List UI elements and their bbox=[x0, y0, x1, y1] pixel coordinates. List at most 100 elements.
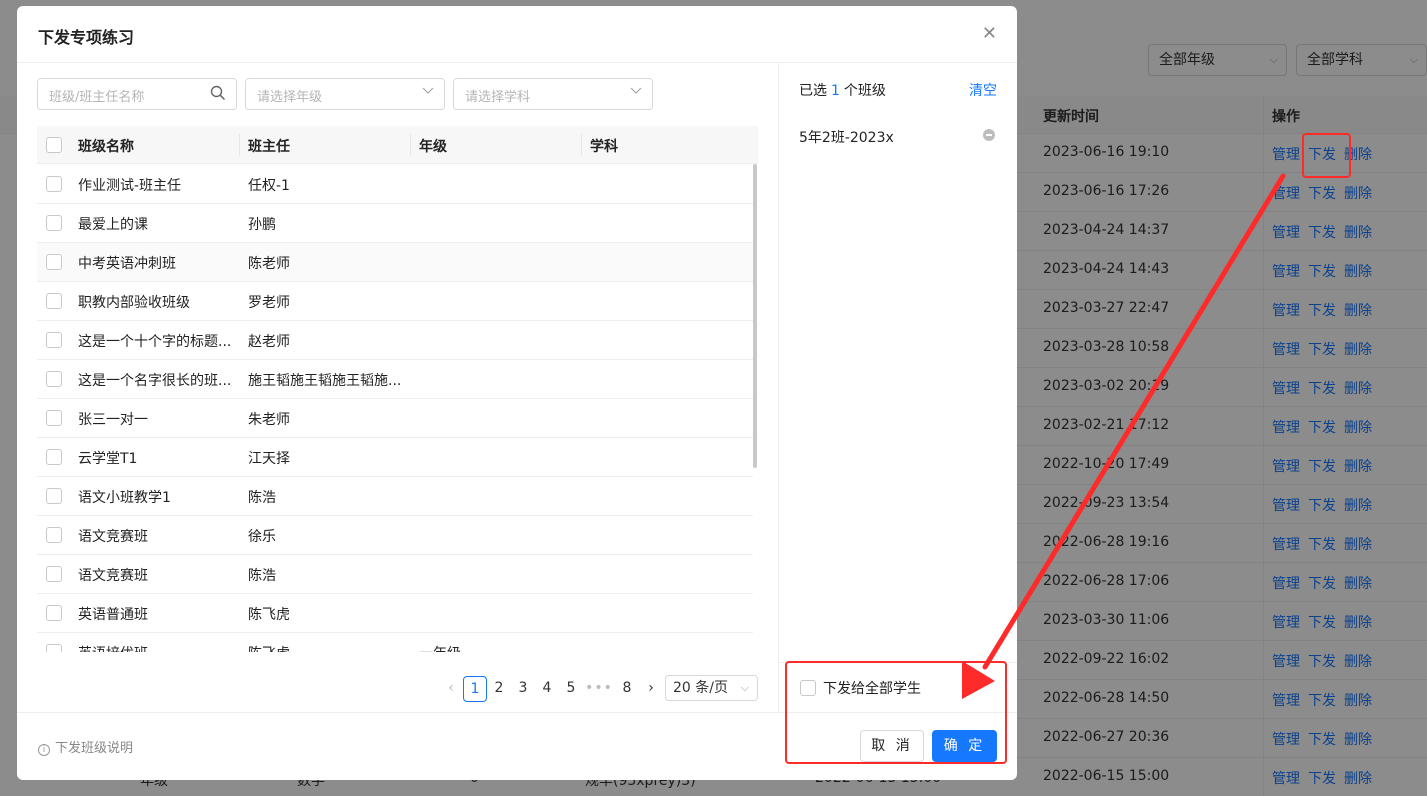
teacher-cell: 陈飞虎 bbox=[248, 643, 290, 652]
selected-prefix: 已选 bbox=[799, 83, 827, 99]
grade-select[interactable]: 请选择年级 bbox=[245, 78, 445, 110]
class-table-header: 班级名称 班主任 年级 学科 bbox=[37, 126, 758, 164]
class-name-cell: 职教内部验收班级 bbox=[78, 295, 190, 311]
table-row[interactable]: 作业测试-班主任 任权-1 bbox=[37, 165, 753, 204]
subject-placeholder: 请选择学科 bbox=[465, 90, 531, 105]
table-row[interactable]: 这是一个十个字的标题... 赵老师 bbox=[37, 321, 753, 360]
column-separator bbox=[410, 134, 411, 156]
teacher-cell: 陈老师 bbox=[248, 256, 290, 272]
class-name-cell: 语文小班教学1 bbox=[78, 490, 171, 506]
table-row[interactable]: 语文竞赛班 徐乐 bbox=[37, 516, 753, 555]
teacher-cell: 陈浩 bbox=[248, 568, 276, 584]
selected-class-item: 5年2班-2023x bbox=[799, 130, 894, 146]
selected-count: 1 bbox=[831, 83, 840, 99]
row-checkbox[interactable] bbox=[46, 605, 62, 621]
table-row[interactable]: 这是一个名字很长的班... 施王韬施王韬施王韬施... bbox=[37, 360, 753, 399]
table-row[interactable]: 云学堂T1 江天择 bbox=[37, 438, 753, 477]
subject-select[interactable]: 请选择学科 bbox=[453, 78, 653, 110]
prev-page-button[interactable]: ‹ bbox=[439, 676, 463, 700]
teacher-cell: 罗老师 bbox=[248, 295, 290, 311]
annotation-highlight-dispatch bbox=[1302, 133, 1351, 178]
column-separator bbox=[239, 134, 240, 156]
next-page-button[interactable]: › bbox=[639, 676, 663, 700]
row-checkbox[interactable] bbox=[46, 488, 62, 504]
chevron-down-icon: ⌵ bbox=[740, 681, 749, 694]
row-checkbox[interactable] bbox=[46, 371, 62, 387]
class-name-cell: 这是一个名字很长的班... bbox=[78, 373, 232, 389]
row-checkbox[interactable] bbox=[46, 644, 62, 652]
search-input[interactable]: 班级/班主任名称 bbox=[37, 78, 237, 110]
info-icon: i bbox=[38, 744, 50, 756]
class-name-cell: 作业测试-班主任 bbox=[78, 178, 182, 194]
grade-placeholder: 请选择年级 bbox=[257, 90, 323, 105]
table-row[interactable]: 语文竞赛班 陈浩 bbox=[37, 555, 753, 594]
class-name-cell: 英语培优班 bbox=[78, 643, 148, 652]
page-3-button[interactable]: 3 bbox=[511, 676, 535, 700]
row-checkbox[interactable] bbox=[46, 527, 62, 543]
search-placeholder: 班级/班主任名称 bbox=[49, 90, 145, 105]
column-class-name: 班级名称 bbox=[78, 139, 134, 155]
table-row[interactable]: 中考英语冲刺班 陈老师 bbox=[37, 243, 753, 282]
table-row[interactable]: 张三一对一 朱老师 bbox=[37, 399, 753, 438]
page-4-button[interactable]: 4 bbox=[535, 676, 559, 700]
class-name-cell: 语文竞赛班 bbox=[78, 529, 148, 545]
chevron-down-icon bbox=[630, 84, 642, 99]
page-size-select[interactable]: 20 条/页 ⌵ bbox=[665, 675, 758, 701]
table-scrollbar[interactable] bbox=[753, 164, 757, 468]
page-size-value: 20 条/页 bbox=[673, 680, 728, 696]
class-name-cell: 中考英语冲刺班 bbox=[78, 256, 176, 272]
teacher-cell: 徐乐 bbox=[248, 529, 276, 545]
teacher-cell: 孙鹏 bbox=[248, 217, 276, 233]
selected-summary: 已选 1 个班级 bbox=[799, 80, 886, 100]
row-checkbox[interactable] bbox=[46, 176, 62, 192]
selected-suffix: 个班级 bbox=[843, 83, 886, 99]
table-row[interactable]: 最爱上的课 孙鹏 bbox=[37, 204, 753, 243]
dispatch-help-label: 下发班级说明 bbox=[55, 741, 134, 756]
row-checkbox[interactable] bbox=[46, 293, 62, 309]
page-8-button[interactable]: 8 bbox=[615, 676, 639, 700]
search-icon[interactable] bbox=[210, 85, 226, 105]
column-separator bbox=[581, 134, 582, 156]
row-checkbox[interactable] bbox=[46, 566, 62, 582]
table-row[interactable]: 语文小班教学1 陈浩 bbox=[37, 477, 753, 516]
chevron-down-icon bbox=[422, 84, 434, 99]
table-row[interactable]: 英语培优班 陈飞虎 一年级 bbox=[37, 633, 753, 652]
close-icon[interactable]: ✕ bbox=[982, 23, 997, 44]
annotation-highlight-confirm-area bbox=[785, 661, 1007, 764]
panel-divider bbox=[778, 63, 779, 712]
column-grade: 年级 bbox=[419, 139, 447, 155]
teacher-cell: 赵老师 bbox=[248, 334, 290, 350]
teacher-cell: 陈飞虎 bbox=[248, 607, 290, 623]
column-subject: 学科 bbox=[590, 139, 618, 155]
table-row[interactable]: 职教内部验收班级 罗老师 bbox=[37, 282, 753, 321]
select-all-checkbox[interactable] bbox=[46, 137, 62, 153]
page-1-button[interactable]: 1 bbox=[463, 676, 487, 702]
page-5-button[interactable]: 5 bbox=[559, 676, 583, 700]
class-name-cell: 语文竞赛班 bbox=[78, 568, 148, 584]
clear-selection-link[interactable]: 清空 bbox=[969, 80, 997, 100]
teacher-cell: 江天择 bbox=[248, 451, 290, 467]
teacher-cell: 施王韬施王韬施王韬施... bbox=[248, 373, 402, 389]
header-divider bbox=[17, 62, 1017, 63]
more-pages-button[interactable]: ••• bbox=[585, 676, 613, 700]
class-table: 班级名称 班主任 年级 学科 作业测试-班主任 任权-1 最爱上的课 孙鹏 中考英语冲刺… bbox=[37, 126, 758, 652]
class-name-cell: 云学堂T1 bbox=[78, 451, 138, 467]
class-name-cell: 英语普通班 bbox=[78, 607, 148, 623]
grade-cell: 一年级 bbox=[419, 643, 461, 652]
modal-title: 下发专项练习 bbox=[38, 28, 135, 47]
column-teacher: 班主任 bbox=[248, 139, 290, 155]
page-2-button[interactable]: 2 bbox=[487, 676, 511, 700]
teacher-cell: 任权-1 bbox=[248, 178, 290, 194]
class-name-cell: 张三一对一 bbox=[78, 412, 148, 428]
row-checkbox[interactable] bbox=[46, 410, 62, 426]
row-checkbox[interactable] bbox=[46, 449, 62, 465]
remove-icon[interactable] bbox=[983, 129, 995, 141]
row-checkbox[interactable] bbox=[46, 332, 62, 348]
class-name-cell: 这是一个十个字的标题... bbox=[78, 334, 232, 350]
modal-header: 下发专项练习 ✕ bbox=[17, 6, 1017, 62]
table-row[interactable]: 英语普通班 陈飞虎 bbox=[37, 594, 753, 633]
dispatch-help-link[interactable]: i 下发班级说明 bbox=[38, 737, 133, 756]
teacher-cell: 陈浩 bbox=[248, 490, 276, 506]
row-checkbox[interactable] bbox=[46, 254, 62, 270]
row-checkbox[interactable] bbox=[46, 215, 62, 231]
